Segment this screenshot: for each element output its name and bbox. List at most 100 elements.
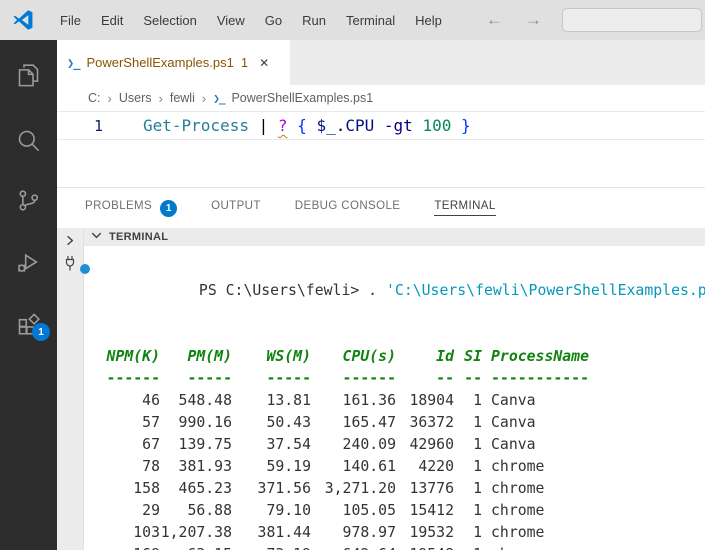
tab-powershellexamples[interactable]: ❯_ PowerShellExamples.ps1 1 ✕: [57, 40, 290, 85]
code-token: 100: [422, 116, 452, 135]
table-cell: Canva: [491, 414, 536, 431]
table-cell: NPM(K): [106, 348, 160, 365]
table-cell: chrome: [491, 524, 545, 541]
search-icon[interactable]: [15, 127, 42, 154]
breadcrumb-segment[interactable]: C:: [88, 91, 101, 105]
run-and-debug-icon[interactable]: [15, 249, 42, 276]
current-code-line: 1 Get-Process | ? { $_.CPU -gt 100 }: [57, 111, 705, 140]
terminal[interactable]: PS C:\Users\fewli> . 'C:\Users\fewli\Pow…: [80, 246, 705, 550]
menu-item-go[interactable]: Go: [255, 13, 292, 28]
code-token: Get-Process: [143, 116, 249, 135]
problems-count-badge: 1: [160, 199, 178, 217]
panel-tab-problems[interactable]: PROBLEMS 1: [85, 199, 178, 217]
table-cell: 63.15: [160, 544, 232, 550]
menu-item-file[interactable]: File: [50, 13, 91, 28]
table-cell: 37.54: [266, 436, 311, 453]
table-cell: SI: [464, 348, 482, 365]
explorer-icon[interactable]: [15, 62, 42, 89]
breadcrumb-file[interactable]: PowerShellExamples.ps1: [231, 91, 373, 105]
table-cell: 381.93: [178, 458, 232, 475]
table-cell: 57: [142, 414, 160, 431]
table-cell: -----: [187, 370, 232, 387]
nav-arrows: ← →: [486, 10, 542, 30]
source-control-icon[interactable]: [15, 187, 42, 214]
menubar: File Edit Selection View Go Run Terminal Help: [50, 13, 452, 28]
table-cell: --: [436, 370, 454, 387]
panel-tab-bar: PROBLEMS 1 OUTPUT DEBUG CONSOLE TERMINAL: [57, 187, 705, 228]
titlebar: File Edit Selection View Go Run Terminal Help ←…: [0, 0, 705, 40]
panel-tab-label: DEBUG CONSOLE: [294, 200, 401, 212]
table-cell: 642.64: [311, 544, 396, 550]
table-cell: 36372: [409, 414, 454, 431]
chevron-right-icon[interactable]: [62, 233, 77, 253]
table-cell: 4220: [418, 458, 454, 475]
table-cell: 67: [142, 436, 160, 453]
panel-tab-output[interactable]: OUTPUT: [211, 200, 261, 216]
table-cell: 465.23: [178, 480, 232, 497]
plug-icon[interactable]: [62, 255, 78, 280]
table-cell: Id: [436, 348, 454, 365]
table-cell: 3,271.20: [324, 480, 396, 497]
panel-side-gutter: [57, 228, 83, 550]
code-token: $_: [316, 116, 336, 135]
command-center-search[interactable]: [561, 8, 702, 32]
table-cell: 1: [473, 524, 482, 541]
table-cell: 1: [473, 414, 482, 431]
table-row: 158 465.23 371.56 3,271.20 13776 1 chrome: [92, 478, 705, 500]
table-cell: 79.10: [266, 502, 311, 519]
table-cell: 161.36: [342, 392, 396, 409]
table-cell: 990.16: [178, 414, 232, 431]
menu-item-terminal[interactable]: Terminal: [336, 13, 405, 28]
terminal-prompt: PS C:\Users\fewli>: [198, 282, 360, 299]
menu-item-view[interactable]: View: [207, 13, 255, 28]
table-cell: ------: [342, 370, 396, 387]
table-cell: 103: [133, 524, 160, 541]
table-row: 78 381.93 59.19 140.61 4220 1 chrome: [92, 456, 705, 478]
table-row: 67 139.75 37.54 240.09 42960 1 Canva: [92, 434, 705, 456]
panel: TERMINAL PS C:\Users\fewli> . 'C:\Users\…: [57, 228, 705, 550]
breadcrumb-segment[interactable]: fewli: [170, 91, 195, 105]
terminal-section-header[interactable]: TERMINAL: [84, 228, 705, 246]
table-row: 16963.1573.19642.64195481chrome: [92, 544, 705, 550]
table-cell: Canva: [491, 436, 536, 453]
code-token: {: [297, 116, 307, 135]
table-row: 29 56.88 79.10 105.05 15412 1 chrome: [92, 500, 705, 522]
command-success-decoration-icon[interactable]: [80, 264, 90, 274]
powershell-file-icon: ❯_: [67, 55, 80, 70]
editor[interactable]: 1 Get-Process | ? { $_.CPU -gt 100 }: [57, 111, 705, 187]
panel-tab-label: TERMINAL: [434, 200, 496, 216]
history-forward-icon[interactable]: →: [525, 10, 542, 30]
table-cell: CPU(s): [342, 348, 396, 365]
panel-tab-label: OUTPUT: [211, 200, 261, 212]
table-cell: 59.19: [266, 458, 311, 475]
table-cell: WS(M): [266, 348, 311, 365]
table-cell: --: [464, 370, 482, 387]
command-path-string: 'C:\Users\fewli\PowerShellExamples.ps1': [386, 282, 705, 299]
chevron-down-icon: [89, 228, 104, 246]
menu-item-run[interactable]: Run: [292, 13, 336, 28]
tab-label: PowerShellExamples.ps1: [86, 55, 234, 70]
close-tab-icon[interactable]: ✕: [259, 56, 269, 70]
powershell-file-icon: ❯_: [213, 91, 225, 105]
menu-item-edit[interactable]: Edit: [91, 13, 133, 28]
table-cell: 165.47: [342, 414, 396, 431]
menu-item-help[interactable]: Help: [405, 13, 452, 28]
history-back-icon[interactable]: ←: [486, 10, 503, 30]
panel-tab-debug-console[interactable]: DEBUG CONSOLE: [295, 200, 401, 216]
menu-item-selection[interactable]: Selection: [133, 13, 206, 28]
table-cell: ------: [106, 370, 160, 387]
table-cell: 139.75: [178, 436, 232, 453]
table-cell: 19532: [409, 524, 454, 541]
table-row: 46 548.48 13.81 161.36 18904 1 Canva: [92, 390, 705, 412]
table-cell: 169: [92, 544, 160, 550]
panel-tab-terminal[interactable]: TERMINAL: [434, 200, 496, 216]
table-cell: -----: [266, 370, 311, 387]
table-cell: 13776: [409, 480, 454, 497]
table-cell: chrome: [491, 480, 545, 497]
breadcrumb-segment[interactable]: Users: [119, 91, 152, 105]
extensions-icon[interactable]: 1: [15, 309, 50, 341]
table-cell: 140.61: [342, 458, 396, 475]
